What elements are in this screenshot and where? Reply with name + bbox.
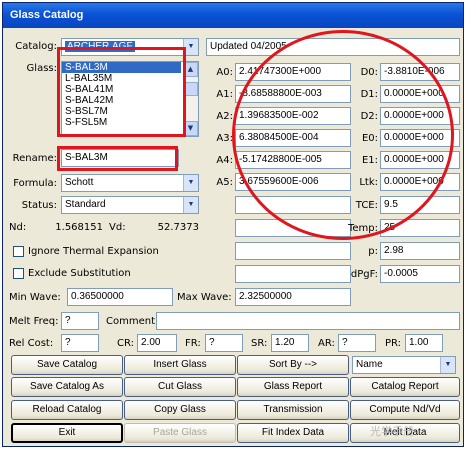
fit-index-data-button[interactable]: Fit Index Data [237,423,349,443]
ar-field[interactable]: ? [338,334,376,352]
max-wave-label: Max Wave: [177,292,232,303]
highlight-coefficients-circle [232,30,454,240]
status-dropdown[interactable]: Standard ▼ [61,196,199,214]
formula-value: Schott [65,177,94,188]
sort-by-value: Name [356,359,383,370]
save-catalog-as-button[interactable]: Save Catalog As [11,377,123,397]
coef-label: A2: [216,111,233,122]
cost-label: SR: [251,338,268,349]
cut-glass-button[interactable]: Cut Glass [124,377,236,397]
catalog-report-button[interactable]: Catalog Report [350,377,460,397]
p-label: p: [368,246,378,257]
compute-nd-vd-button[interactable]: Compute Nd/Vd [350,400,460,420]
sort-by-button[interactable]: Sort By --> [237,355,349,375]
melt-freq-label: Melt Freq: [9,316,59,327]
copy-glass-button[interactable]: Copy Glass [124,400,236,420]
rename-label: Rename: [12,153,57,164]
cost-label: CR: [117,338,134,349]
coef-label: A0: [216,67,233,78]
paste-glass-button: Paste Glass [124,423,236,443]
coef-label: A1: [216,89,233,100]
dpgf-label: dPgF: [350,269,378,280]
exclude-substitution-checkbox[interactable] [13,268,24,279]
min-wave-label: Min Wave: [9,292,61,303]
cost-label: PR: [385,338,402,349]
sr-field[interactable]: 1.20 [271,334,309,352]
ignore-thermal-checkbox[interactable] [13,246,24,257]
chevron-down-icon[interactable]: ▼ [183,175,198,191]
save-catalog-button[interactable]: Save Catalog [11,355,123,375]
cost-label: FR: [185,338,201,349]
melt-freq-field[interactable]: ? [61,312,99,330]
comment-field[interactable] [156,312,460,330]
reload-catalog-button[interactable]: Reload Catalog [11,400,123,420]
vd-label: Vd: [109,222,126,233]
formula-label: Formula: [13,178,57,189]
p-field[interactable]: 2.98 [380,242,460,260]
catalog-label: Catalog: [15,41,57,52]
transmission-button[interactable]: Transmission [237,400,349,420]
min-wave-field[interactable]: 0.36500000 [67,288,173,306]
coef-label: A5: [216,177,233,188]
pr-field[interactable]: 1.00 [405,334,443,352]
cr-field[interactable]: 2.00 [137,334,177,352]
chevron-down-icon[interactable]: ▼ [183,197,198,213]
status-value: Standard [65,199,106,210]
empty-field[interactable] [235,242,351,260]
coef-label: A4: [216,155,233,166]
sort-by-dropdown[interactable]: Name ▼ [352,356,456,374]
max-wave-field[interactable]: 2.32500000 [235,288,351,306]
dpgf-field[interactable]: -0.0005 [380,265,460,283]
status-label: Status: [21,200,57,211]
highlight-glass-list [57,47,186,137]
fr-field[interactable]: ? [205,334,243,352]
exit-button[interactable]: Exit [11,423,123,443]
exclude-substitution-label: Exclude Substitution [28,268,131,279]
cost-label: AR: [318,338,335,349]
window-title[interactable]: Glass Catalog [3,3,463,28]
vd-value: 52.7373 [157,222,199,233]
rel-cost-field[interactable]: ? [61,334,99,352]
formula-dropdown[interactable]: Schott ▼ [61,174,199,192]
coef-label: A3: [216,133,233,144]
nd-label: Nd: [9,222,27,233]
ignore-thermal-label: Ignore Thermal Expansion [28,246,159,257]
glass-label: Glass: [26,63,57,74]
chevron-down-icon[interactable]: ▼ [440,357,455,373]
cost-label: Rel Cost: [9,338,54,349]
nd-value: 1.568151 [55,222,103,233]
watermark-text: 光学手册 [370,425,414,438]
empty-field[interactable] [235,265,351,283]
insert-glass-button[interactable]: Insert Glass [124,355,236,375]
glass-report-button[interactable]: Glass Report [237,377,349,397]
comment-label: Comment: [106,316,159,327]
highlight-rename-field [57,146,178,171]
